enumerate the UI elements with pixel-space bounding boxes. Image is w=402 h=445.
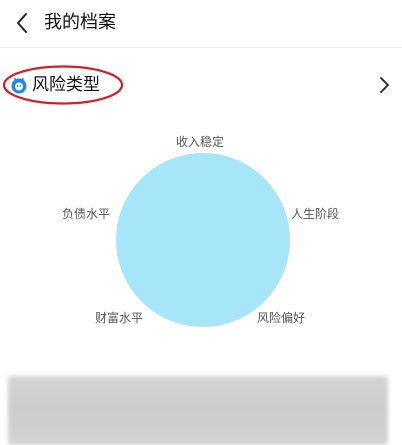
my-profile-page: 我的档案 风险类型 收入稳定 人生阶段 风险偏好 财富水平 负债水平 <box>0 0 402 445</box>
top-bar: 我的档案 <box>0 0 402 48</box>
radar-svg <box>116 153 290 327</box>
chevron-left-icon <box>17 13 27 33</box>
section-title: 风险类型 <box>32 75 100 95</box>
chevron-right-icon <box>380 77 389 93</box>
risk-type-row[interactable]: 风险类型 <box>0 60 402 110</box>
dimension-label-risk-preference: 风险偏好 <box>257 311 306 325</box>
dimension-label-wealth: 财富水平 <box>95 311 144 325</box>
radar-area <box>116 153 290 327</box>
risk-face-icon <box>11 78 27 94</box>
dimension-label-debt: 负债水平 <box>62 207 111 221</box>
dimension-label-income: 收入稳定 <box>176 135 225 149</box>
risk-radar-chart: 收入稳定 人生阶段 风险偏好 财富水平 负债水平 <box>0 122 402 347</box>
blurred-card <box>8 376 388 445</box>
dimension-label-life-stage: 人生阶段 <box>291 207 340 221</box>
back-button[interactable] <box>8 8 36 38</box>
page-title: 我的档案 <box>44 12 116 33</box>
